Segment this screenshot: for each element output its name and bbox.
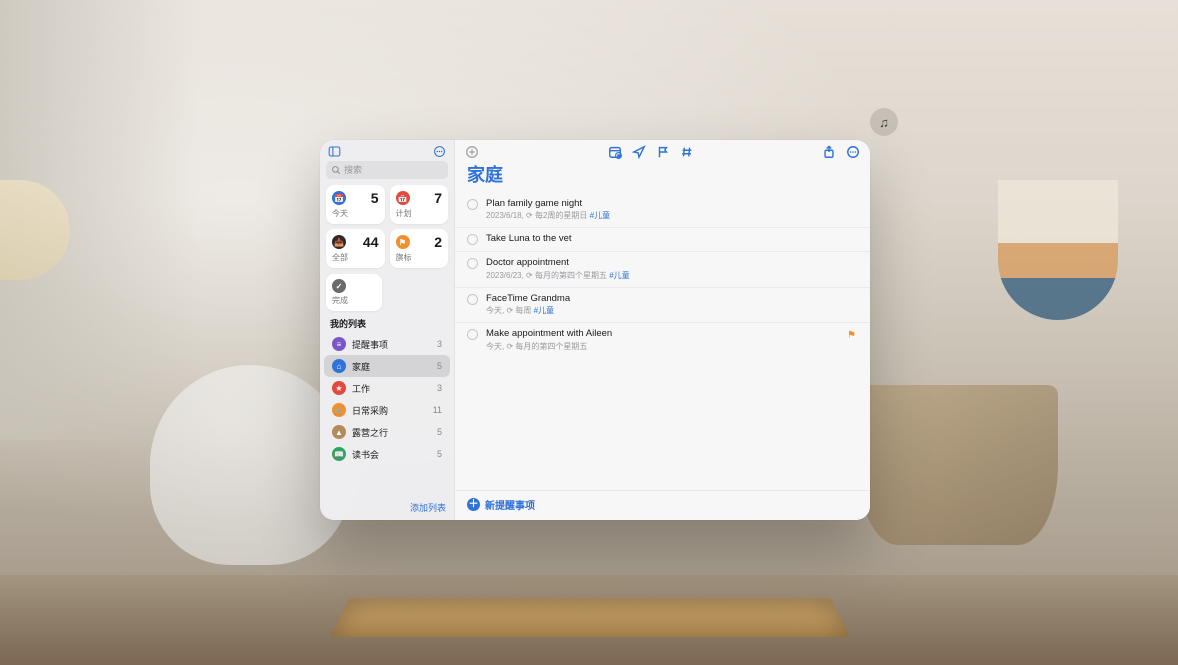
reminder-subtitle: 2023/6/18, ⟳ 每2周的星期日 #儿童 xyxy=(486,210,858,221)
sidebar-item-reminders[interactable]: ≡ 提醒事项 3 xyxy=(324,333,450,355)
flagged-icon: ⚑ xyxy=(396,235,410,249)
today-count: 5 xyxy=(371,190,379,206)
flag-icon[interactable] xyxy=(656,145,670,159)
check-icon: ✓ xyxy=(332,279,346,293)
family-count: 5 xyxy=(437,361,442,371)
wood-chair xyxy=(858,385,1058,545)
new-reminder-button[interactable]: ＋ 新提醒事项 xyxy=(455,490,870,520)
reminder-subtitle: 今天, ⟳ 每周 #儿童 xyxy=(486,305,858,316)
scheduled-icon: 📅 xyxy=(396,191,410,205)
completion-circle[interactable] xyxy=(467,329,478,340)
camping-label: 露营之行 xyxy=(352,426,431,439)
reminder-title: Take Luna to the vet xyxy=(486,233,858,244)
reminder-title: Plan family game night xyxy=(486,198,858,209)
more-ellipsis-icon[interactable] xyxy=(433,145,446,158)
scheduled-count: 7 xyxy=(434,190,442,206)
today-icon: 📅 xyxy=(332,191,346,205)
sidebar-item-work[interactable]: ★ 工作 3 xyxy=(324,377,450,399)
more-icon[interactable] xyxy=(846,145,860,159)
search-input[interactable] xyxy=(326,161,448,179)
reminders-window: 📅 5 今天 📅 7 计划 📥 44 全部 ⚑ 2 旗标 ✓ 完成 我的列表 ≡ 提醒事项 3 ⌂ 家庭 5 ★ 工… xyxy=(320,140,870,520)
scheduled-label: 计划 xyxy=(396,208,443,219)
smart-card-flagged[interactable]: ⚑ 2 旗标 xyxy=(390,229,449,268)
share-icon[interactable] xyxy=(822,145,836,159)
location-icon[interactable] xyxy=(632,145,646,159)
sidebar: 📅 5 今天 📅 7 计划 📥 44 全部 ⚑ 2 旗标 ✓ 完成 我的列表 ≡ 提醒事项 3 ⌂ 家庭 5 ★ 工… xyxy=(320,140,455,520)
new-reminder-label: 新提醒事项 xyxy=(485,497,535,512)
family-icon: ⌂ xyxy=(332,359,346,373)
smart-card-scheduled[interactable]: 📅 7 计划 xyxy=(390,185,449,224)
calendar-icon[interactable] xyxy=(608,145,622,159)
smart-card-all[interactable]: 📥 44 全部 xyxy=(326,229,385,268)
completion-circle[interactable] xyxy=(467,294,478,305)
completed-label: 完成 xyxy=(332,295,376,306)
list-title: 家庭 xyxy=(455,161,870,193)
reminders-count: 3 xyxy=(437,339,442,349)
family-label: 家庭 xyxy=(352,360,431,373)
plus-icon: ＋ xyxy=(467,498,480,511)
work-icon: ★ xyxy=(332,381,346,395)
sidebar-toggle-icon[interactable] xyxy=(328,145,341,158)
main-pane: 家庭 Plan family game night2023/6/18, ⟳ 每2… xyxy=(455,140,870,520)
all-label: 全部 xyxy=(332,252,379,263)
reminders-label: 提醒事项 xyxy=(352,338,431,351)
wall-tapestry xyxy=(998,180,1118,320)
today-label: 今天 xyxy=(332,208,379,219)
reminder-row[interactable]: Take Luna to the vet xyxy=(455,228,870,252)
tag-icon[interactable] xyxy=(680,145,694,159)
sidebar-item-bookclub[interactable]: 📖 读书会 5 xyxy=(324,443,450,465)
reminders-icon: ≡ xyxy=(332,337,346,351)
flagged-label: 旗标 xyxy=(396,252,443,263)
groceries-count: 11 xyxy=(433,405,442,415)
sidebar-item-groceries[interactable]: 🛒 日常采购 11 xyxy=(324,399,450,421)
add-list-button[interactable]: 添加列表 xyxy=(410,503,446,513)
flag-icon: ⚑ xyxy=(847,330,856,341)
camping-icon: ▲ xyxy=(332,425,346,439)
reminder-row[interactable]: FaceTime Grandma今天, ⟳ 每周 #儿童 xyxy=(455,288,870,323)
sidebar-item-family[interactable]: ⌂ 家庭 5 xyxy=(324,355,450,377)
my-lists: ≡ 提醒事项 3 ⌂ 家庭 5 ★ 工作 3 🛒 日常采购 11 ▲ 露营之行 5 📖 读书会 5 xyxy=(320,333,454,497)
completed-card[interactable]: ✓ 完成 xyxy=(326,274,382,311)
reminder-row[interactable]: Doctor appointment 2023/6/23, ⟳ 每月的第四个星期五… xyxy=(455,252,870,287)
toolbar xyxy=(455,140,870,161)
sidebar-item-camping[interactable]: ▲ 露营之行 5 xyxy=(324,421,450,443)
camping-count: 5 xyxy=(437,427,442,437)
completion-circle[interactable] xyxy=(467,199,478,210)
completion-circle[interactable] xyxy=(467,234,478,245)
flagged-count: 2 xyxy=(434,234,442,250)
all-count: 44 xyxy=(363,234,379,250)
all-icon: 📥 xyxy=(332,235,346,249)
my-lists-header: 我的列表 xyxy=(320,317,454,333)
smart-lists-grid: 📅 5 今天 📅 7 计划 📥 44 全部 ⚑ 2 旗标 xyxy=(320,185,454,274)
reminder-subtitle: 2023/6/23, ⟳ 每月的第四个星期五 #儿童 xyxy=(486,270,858,281)
work-label: 工作 xyxy=(352,382,431,395)
reminder-title: Make appointment with Aileen xyxy=(486,328,858,339)
groceries-icon: 🛒 xyxy=(332,403,346,417)
completion-circle[interactable] xyxy=(467,258,478,269)
reminders-list: Plan family game night2023/6/18, ⟳ 每2周的星… xyxy=(455,193,870,490)
bookclub-count: 5 xyxy=(437,449,442,459)
reminder-title: Doctor appointment xyxy=(486,257,858,268)
bookclub-label: 读书会 xyxy=(352,448,431,461)
reminder-title: FaceTime Grandma xyxy=(486,293,858,304)
spatial-audio-button[interactable]: ♫ xyxy=(870,108,898,136)
bookclub-icon: 📖 xyxy=(332,447,346,461)
reminder-row[interactable]: Plan family game night2023/6/18, ⟳ 每2周的星… xyxy=(455,193,870,228)
smart-card-today[interactable]: 📅 5 今天 xyxy=(326,185,385,224)
work-count: 3 xyxy=(437,383,442,393)
new-reminder-icon[interactable] xyxy=(465,145,479,159)
floor-rug xyxy=(330,598,850,637)
reminder-subtitle: 今天, ⟳ 每月的第四个星期五 xyxy=(486,341,858,352)
groceries-label: 日常采购 xyxy=(352,404,427,417)
reminder-row[interactable]: Make appointment with Aileen 今天, ⟳ 每月的第四个… xyxy=(455,323,870,357)
